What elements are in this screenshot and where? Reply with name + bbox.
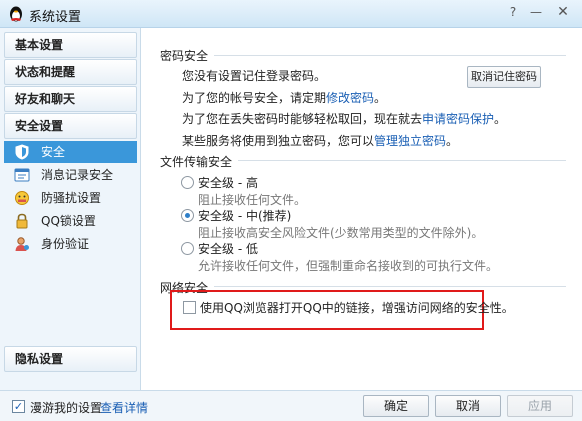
sidebar-item-label: 消息记录安全 <box>41 168 114 182</box>
settings-content: 密码安全 您没有设置记住登录密码。 取消记住密码 为了您的帐号安全，请定期修改密… <box>142 28 582 390</box>
sidebar-item-label: QQ锁设置 <box>41 214 96 228</box>
section-divider <box>214 286 566 287</box>
sidebar-item-label: 安全 <box>41 145 66 159</box>
qq-browser-links-label[interactable]: 使用QQ浏览器打开QQ中的链接，增强访问网络的安全性。 <box>200 299 514 316</box>
sidebar-item-label: 身份验证 <box>41 237 90 251</box>
sidebar-category-basic[interactable]: 基本设置 <box>4 32 137 58</box>
radio-security-medium-label[interactable]: 安全级 - 中(推荐) <box>198 207 291 224</box>
roam-settings-checkbox[interactable]: ✓ <box>12 400 25 413</box>
manage-independent-password-link[interactable]: 管理独立密码 <box>374 134 446 148</box>
section-heading-file-transfer: 文件传输安全 <box>160 155 233 169</box>
sidebar-item-qq-lock[interactable]: QQ锁设置 <box>4 210 137 232</box>
radio-security-low[interactable] <box>181 242 194 255</box>
qq-penguin-icon <box>10 6 22 22</box>
apply-password-protection-link[interactable]: 申请密码保护 <box>422 112 494 126</box>
section-divider <box>214 55 566 56</box>
radio-security-low-desc: 允许接收任何文件，但强制重命名接收到的可执行文件。 <box>198 259 499 273</box>
radio-security-high-label[interactable]: 安全级 - 高 <box>198 174 258 191</box>
help-button[interactable]: ? <box>502 3 524 21</box>
change-password-link[interactable]: 修改密码 <box>326 91 374 105</box>
sidebar-category-privacy[interactable]: 隐私设置 <box>4 346 137 372</box>
title-bar: 系统设置 ? — ✕ <box>0 0 582 28</box>
message-log-icon <box>14 168 30 182</box>
sidebar-item-identity[interactable]: 身份验证 <box>4 233 137 255</box>
minimize-button[interactable]: — <box>525 3 547 21</box>
sidebar-category-status[interactable]: 状态和提醒 <box>4 59 137 85</box>
roam-settings-label[interactable]: 漫游我的设置 <box>30 399 102 416</box>
bottom-bar: ✓ 漫游我的设置 查看详情 确定 取消 应用 <box>0 390 582 421</box>
close-button[interactable]: ✕ <box>552 3 574 21</box>
cancel-remember-password-button[interactable]: 取消记住密码 <box>467 66 541 88</box>
sidebar-item-security[interactable]: 安全 <box>4 141 137 163</box>
independent-password-line: 某些服务将使用到独立密码，您可以管理独立密码。 <box>182 134 459 148</box>
radio-security-medium[interactable] <box>181 209 194 222</box>
qq-browser-links-checkbox[interactable] <box>183 301 196 314</box>
radio-security-high[interactable] <box>181 176 194 189</box>
change-password-line: 为了您的帐号安全，请定期修改密码。 <box>182 91 387 105</box>
view-details-link[interactable]: 查看详情 <box>100 399 148 416</box>
cancel-button[interactable]: 取消 <box>435 395 501 417</box>
lock-icon <box>16 213 28 229</box>
identity-icon <box>15 237 29 251</box>
sidebar-category-security[interactable]: 安全设置 <box>4 113 137 139</box>
sidebar: 基本设置 状态和提醒 好友和聊天 安全设置 安全 消息记录安全 防骚扰设置 QQ… <box>0 28 141 390</box>
sidebar-category-friends[interactable]: 好友和聊天 <box>4 86 137 112</box>
password-protection-line: 为了您在丢失密码时能够轻松取回，现在就去申请密码保护。 <box>182 112 507 126</box>
shield-icon <box>15 144 29 160</box>
ok-button[interactable]: 确定 <box>363 395 429 417</box>
radio-security-low-label[interactable]: 安全级 - 低 <box>198 240 258 257</box>
sidebar-item-label: 防骚扰设置 <box>41 191 102 205</box>
section-divider <box>238 160 566 161</box>
anti-harass-icon <box>15 191 29 205</box>
radio-security-high-desc: 阻止接收任何文件。 <box>198 193 307 207</box>
sidebar-item-anti-harass[interactable]: 防骚扰设置 <box>4 187 137 209</box>
section-heading-password: 密码安全 <box>160 49 209 63</box>
sidebar-item-message-log[interactable]: 消息记录安全 <box>4 164 137 186</box>
radio-security-medium-desc: 阻止接收高安全风险文件(少数常用类型的文件除外)。 <box>198 226 484 240</box>
window-title: 系统设置 <box>29 10 82 25</box>
apply-button[interactable]: 应用 <box>507 395 573 417</box>
password-status-text: 您没有设置记住登录密码。 <box>182 69 327 83</box>
